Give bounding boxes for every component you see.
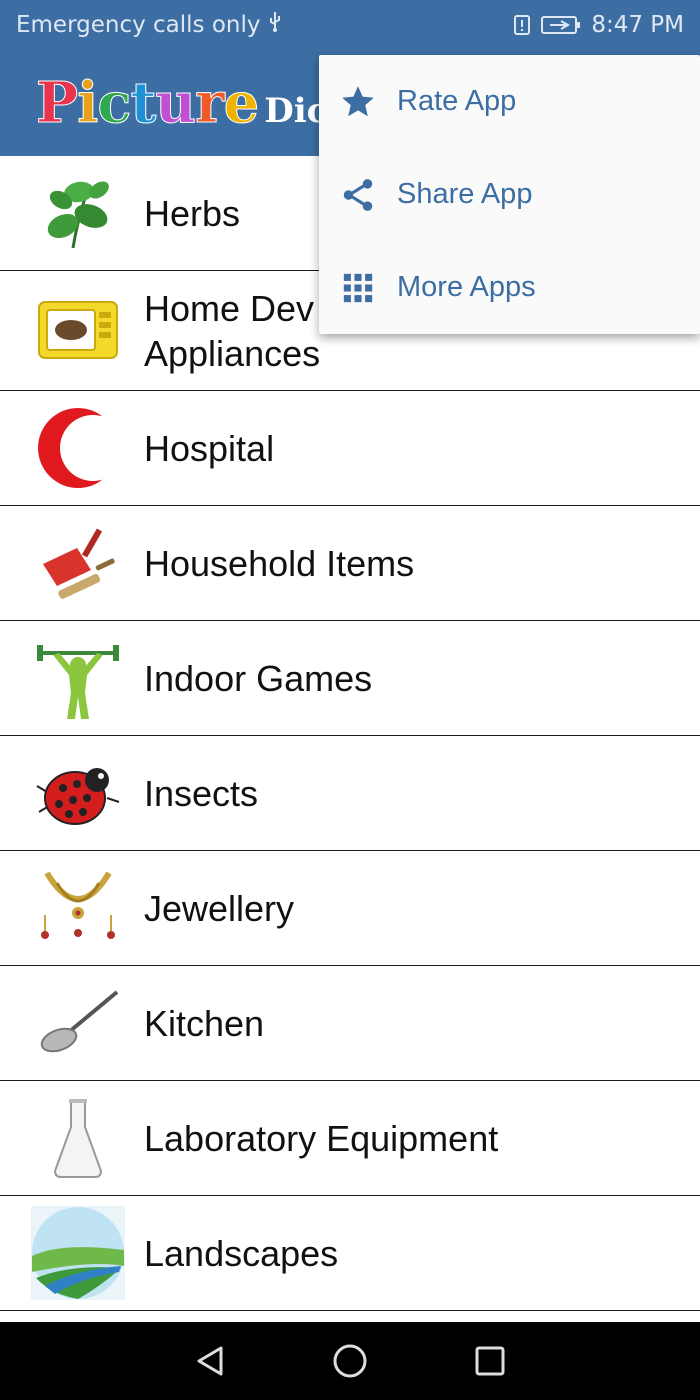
system-nav-bar	[0, 1322, 700, 1400]
logo-letter: P	[36, 70, 79, 137]
list-item-label: Laboratory Equipment	[144, 1117, 499, 1159]
logo-letter: r	[195, 70, 225, 137]
list-item-label: Jewellery	[144, 887, 295, 929]
list-item-label: Indoor Games	[144, 657, 373, 699]
menu-item-label: More Apps	[397, 271, 536, 303]
star-icon	[339, 83, 377, 121]
status-left: Emergency calls only	[16, 11, 283, 39]
list-item-label-line1: Home Dev	[144, 287, 315, 329]
list-item-label: Herbs	[144, 192, 241, 234]
logo-letter: t	[130, 70, 157, 137]
list-item-insects[interactable]: Insects	[0, 736, 700, 851]
list-item-label: Household Items	[144, 542, 415, 584]
logo-picture-text: Picture	[36, 68, 260, 138]
list-item-label: Home Dev Appliances	[144, 286, 320, 376]
list-item-landscapes[interactable]: Landscapes	[0, 1196, 700, 1311]
menu-item-label: Share App	[397, 178, 533, 210]
home-circle-icon	[333, 1344, 367, 1378]
grid-icon	[339, 269, 377, 307]
list-item-household-items[interactable]: Household Items	[0, 506, 700, 621]
list-item-label: Landscapes	[144, 1232, 339, 1274]
logo-letter: u	[155, 70, 197, 137]
flask-icon	[30, 1090, 126, 1186]
logo-dictionary-text: Dicti	[264, 91, 320, 131]
list-item-laboratory-equipment[interactable]: Laboratory Equipment	[0, 1081, 700, 1196]
microwave-icon	[30, 283, 126, 379]
necklace-icon	[30, 860, 126, 956]
logo-letter: i	[77, 70, 99, 137]
list-item-label-line2: Appliances	[144, 332, 321, 374]
recents-square-icon	[475, 1346, 505, 1376]
menu-item-label: Rate App	[397, 85, 517, 117]
recents-button[interactable]	[462, 1333, 518, 1389]
menu-item-rate-app[interactable]: Rate App	[319, 55, 700, 148]
usb-icon	[267, 11, 283, 39]
landscape-icon	[30, 1205, 126, 1301]
overflow-menu: Rate App Share App More Apps	[319, 55, 700, 334]
share-icon	[339, 176, 377, 214]
ladle-icon	[30, 975, 126, 1071]
back-triangle-icon	[197, 1346, 223, 1376]
dustpan-brush-icon	[30, 515, 126, 611]
list-item-jewellery[interactable]: Jewellery	[0, 851, 700, 966]
weightlifter-icon	[30, 630, 126, 726]
list-item-label: Kitchen	[144, 1002, 265, 1044]
status-bar: Emergency calls only 8:47 PM	[0, 0, 700, 50]
list-item-kitchen[interactable]: Kitchen	[0, 966, 700, 1081]
list-item-label: Hospital	[144, 427, 275, 469]
red-crescent-icon	[30, 400, 126, 496]
logo-letter: e	[223, 70, 260, 137]
app-logo: Picture Dicti	[36, 68, 320, 138]
status-right: 8:47 PM	[513, 12, 684, 38]
logo-letter: c	[97, 70, 132, 137]
list-item-label: Insects	[144, 772, 259, 814]
back-button[interactable]	[182, 1333, 238, 1389]
home-button[interactable]	[322, 1333, 378, 1389]
list-item-hospital[interactable]: Hospital	[0, 391, 700, 506]
menu-item-share-app[interactable]: Share App	[319, 148, 700, 241]
battery-icon	[541, 15, 581, 35]
alert-icon	[513, 14, 531, 36]
ladybug-icon	[30, 745, 126, 841]
list-item-indoor-games[interactable]: Indoor Games	[0, 621, 700, 736]
herb-leaves-icon	[30, 165, 126, 261]
menu-item-more-apps[interactable]: More Apps	[319, 241, 700, 334]
carrier-text: Emergency calls only	[16, 12, 261, 38]
clock-text: 8:47 PM	[591, 12, 684, 38]
